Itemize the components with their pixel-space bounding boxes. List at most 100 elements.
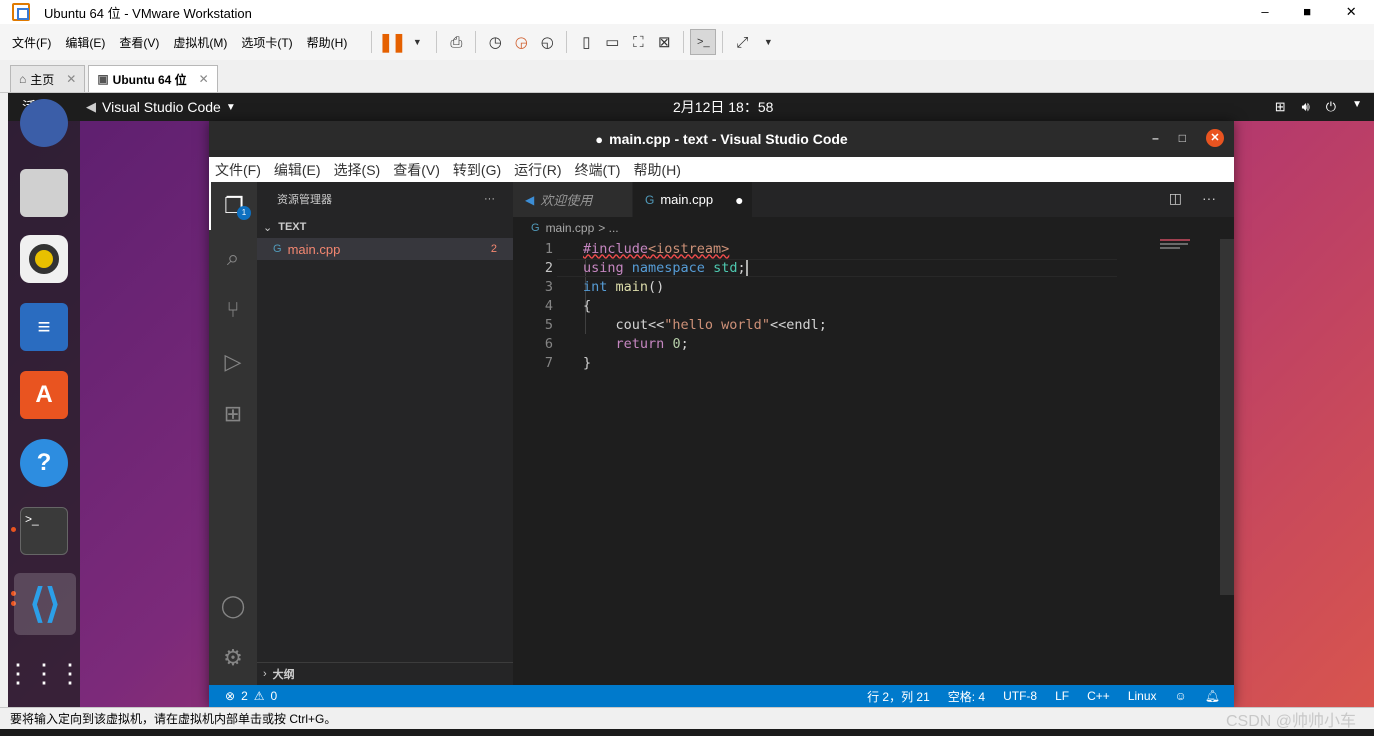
- stretch-dropdown-icon[interactable]: ▼: [755, 29, 781, 55]
- explorer-icon[interactable]: ❐ 1: [209, 182, 257, 230]
- minimap[interactable]: [1160, 239, 1220, 259]
- notifications-icon[interactable]: 🔔︎: [1205, 689, 1220, 703]
- menu-tabs[interactable]: 选项卡(T): [241, 34, 292, 51]
- rhythmbox-icon[interactable]: [20, 235, 68, 283]
- minimize-button[interactable]: –: [1261, 4, 1268, 20]
- send-ctrl-alt-del-icon[interactable]: ⎙: [443, 29, 469, 55]
- cpp-file-icon: G: [531, 222, 540, 234]
- tab-label: 主页: [30, 72, 55, 87]
- os-config[interactable]: Linux: [1128, 689, 1157, 703]
- vscode-dock-icon[interactable]: ⟨⟩: [14, 573, 76, 635]
- clock[interactable]: 2月12日 18：58: [673, 97, 773, 117]
- menu-edit[interactable]: 编辑(E): [65, 34, 105, 51]
- chevron-down-icon: ▼: [1352, 99, 1362, 110]
- cpp-file-icon: G: [645, 192, 655, 207]
- more-actions-icon[interactable]: ···: [1202, 190, 1216, 207]
- folder-section[interactable]: ⌄ TEXT: [257, 216, 513, 238]
- tab-ubuntu[interactable]: ▣ Ubuntu 64 位 ✕: [88, 65, 218, 92]
- menu-go[interactable]: 转到(G): [453, 160, 501, 180]
- ubuntu-dock: ≡ A ? >_ ⟨⟩ ⋮⋮⋮: [8, 99, 83, 707]
- outline-section[interactable]: › 大纲: [257, 662, 513, 685]
- thunderbird-icon[interactable]: [20, 99, 68, 147]
- menu-file[interactable]: 文件(F): [12, 34, 51, 51]
- menu-selection[interactable]: 选择(S): [334, 160, 381, 180]
- search-icon[interactable]: ⌕: [209, 234, 257, 282]
- source-control-icon[interactable]: ⑂: [209, 286, 257, 334]
- toolbar-divider: [722, 31, 724, 53]
- file-name: main.cpp: [287, 241, 341, 257]
- maximize-icon[interactable]: □: [1179, 131, 1186, 145]
- gnome-top-bar: 活动 ◀ Visual Studio Code ▼ 2月12日 18：58 ⊞ …: [8, 93, 1374, 121]
- menu-view[interactable]: 查看(V): [119, 34, 159, 51]
- maximize-button[interactable]: ■: [1303, 4, 1311, 20]
- tab-label: Ubuntu 64 位: [112, 72, 187, 87]
- code-editor[interactable]: 1 #include<iostream> 2 using namespace std…: [513, 239, 1213, 372]
- unity-icon[interactable]: ⊠: [651, 29, 677, 55]
- close-tab-icon[interactable]: ✕: [66, 72, 76, 86]
- editor-tabs: ◀ 欢迎使用 G main.cpp ● ◫ ···: [513, 182, 1234, 217]
- app-menu[interactable]: ◀ Visual Studio Code ▼: [86, 99, 236, 115]
- code-line: 1 #include<iostream>: [513, 239, 1213, 258]
- tab-home[interactable]: ⌂ 主页 ✕: [10, 65, 86, 92]
- revert-snapshot-icon[interactable]: ◶: [508, 29, 534, 55]
- stretch-icon[interactable]: ⤢: [729, 29, 755, 55]
- software-center-icon[interactable]: A: [20, 371, 68, 419]
- menu-terminal[interactable]: 终端(T): [575, 160, 621, 180]
- full-screen-icon[interactable]: ⛶: [625, 29, 651, 55]
- thumbnail-view-icon[interactable]: ▭: [599, 29, 625, 55]
- pause-dropdown-icon[interactable]: ▼: [404, 29, 430, 55]
- help-icon[interactable]: ?: [20, 439, 68, 487]
- close-icon[interactable]: ✕: [1206, 129, 1224, 147]
- vertical-scrollbar[interactable]: [1220, 239, 1234, 595]
- minimize-icon[interactable]: –: [1152, 131, 1159, 145]
- window-title: Ubuntu 64 位 - VMware Workstation: [44, 5, 252, 21]
- snapshot-manager-icon[interactable]: ◵: [534, 29, 560, 55]
- unsaved-dot-icon[interactable]: ●: [735, 192, 743, 208]
- terminal-icon[interactable]: >_: [20, 507, 68, 555]
- indentation[interactable]: 空格: 4: [948, 688, 985, 705]
- line-number: 6: [544, 335, 553, 352]
- extensions-icon[interactable]: ⊞: [209, 390, 257, 438]
- menu-edit[interactable]: 编辑(E): [274, 160, 321, 180]
- settings-gear-icon[interactable]: ⚙: [209, 634, 257, 682]
- chevron-down-icon: ▼: [225, 101, 236, 113]
- menu-run[interactable]: 运行(R): [514, 160, 561, 180]
- vscode-menubar: 文件(F) 编辑(E) 选择(S) 查看(V) 转到(G) 运行(R) 终端(T…: [209, 157, 1234, 182]
- system-tray[interactable]: ⊞ 🔊︎ ⏻ ▼: [1275, 99, 1362, 115]
- menu-view[interactable]: 查看(V): [393, 160, 440, 180]
- snapshot-icon[interactable]: ◷: [482, 29, 508, 55]
- close-button[interactable]: ✕: [1346, 4, 1357, 20]
- file-item[interactable]: G main.cpp 2: [257, 238, 513, 260]
- libreoffice-writer-icon[interactable]: ≡: [20, 303, 68, 351]
- end-of-line[interactable]: LF: [1055, 689, 1069, 703]
- app-menu-label: Visual Studio Code: [102, 99, 221, 115]
- toolbar-divider: [436, 31, 438, 53]
- status-message: 要将输入定向到该虚拟机，请在虚拟机内部单击或按 Ctrl+G。: [10, 712, 337, 726]
- tab-welcome[interactable]: ◀ 欢迎使用: [513, 182, 633, 217]
- menu-vm[interactable]: 虚拟机(M): [173, 34, 227, 51]
- cursor-position[interactable]: 行 2，列 21: [867, 688, 930, 705]
- explorer-header: 资源管理器 ···: [257, 182, 513, 216]
- menu-help[interactable]: 帮助(H): [307, 34, 348, 51]
- ubuntu-desktop[interactable]: 活动 ◀ Visual Studio Code ▼ 2月12日 18：58 ⊞ …: [8, 93, 1374, 707]
- tab-main-cpp[interactable]: G main.cpp ●: [633, 182, 753, 217]
- language-mode[interactable]: C++: [1087, 689, 1110, 703]
- library-view-icon[interactable]: ▯: [573, 29, 599, 55]
- vmware-titlebar: Ubuntu 64 位 - VMware Workstation – ■ ✕: [0, 0, 1374, 24]
- files-icon[interactable]: [20, 169, 68, 217]
- menu-file[interactable]: 文件(F): [215, 160, 261, 180]
- running-indicator: [11, 527, 16, 532]
- encoding[interactable]: UTF-8: [1003, 689, 1037, 703]
- run-debug-icon[interactable]: ▷: [209, 338, 257, 386]
- console-view-icon[interactable]: >_: [690, 29, 717, 55]
- more-actions-icon[interactable]: ···: [484, 193, 495, 205]
- breadcrumb[interactable]: G main.cpp > ...: [513, 217, 1234, 239]
- close-tab-icon[interactable]: ✕: [199, 72, 209, 86]
- pause-icon[interactable]: ❚❚: [378, 29, 406, 55]
- menu-help[interactable]: 帮助(H): [633, 160, 680, 180]
- account-icon[interactable]: ◯: [209, 582, 257, 630]
- problems-status[interactable]: ⊗ 2 ⚠ 0: [209, 689, 277, 703]
- split-editor-icon[interactable]: ◫: [1169, 190, 1182, 207]
- show-applications-icon[interactable]: ⋮⋮⋮: [8, 649, 83, 697]
- feedback-icon[interactable]: ☺: [1175, 689, 1187, 703]
